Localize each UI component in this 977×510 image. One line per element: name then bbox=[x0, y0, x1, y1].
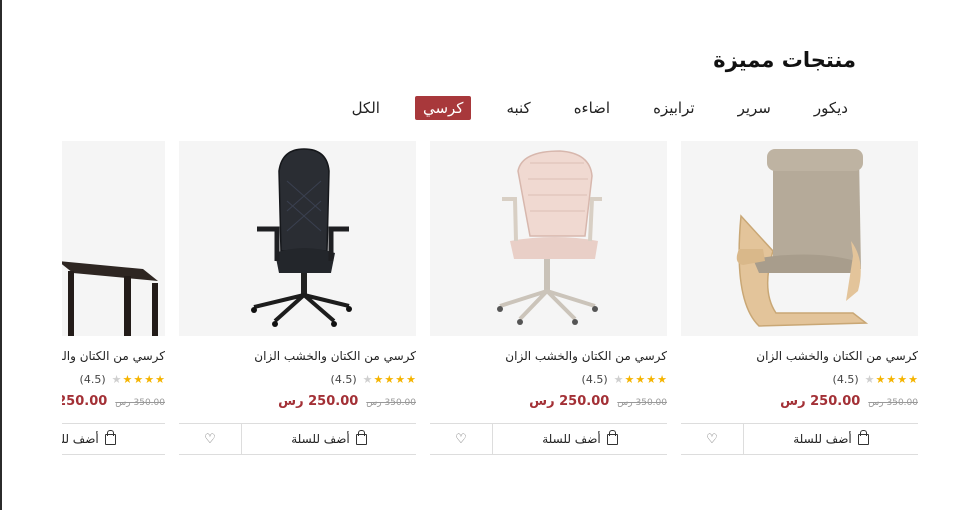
shopping-bag-icon bbox=[857, 429, 869, 445]
star-icon: ★ bbox=[122, 373, 133, 386]
star-rating: ★ ★ ★ ★ ★ bbox=[614, 374, 667, 385]
product-price: 250.00 رس bbox=[780, 394, 861, 409]
product-card[interactable]: كرسي من الكتان والخشب الزان ★ ★ ★ ★ ★ (4… bbox=[430, 141, 667, 459]
star-icon: ★ bbox=[624, 373, 635, 386]
add-to-cart-button[interactable]: أضف للسلة bbox=[744, 424, 918, 454]
rating-value: (4.5) bbox=[832, 373, 859, 386]
heart-icon: ♡ bbox=[204, 431, 216, 447]
tab-all[interactable]: الكل bbox=[344, 96, 388, 120]
product-actions: ♡ أضف للسلة bbox=[430, 423, 667, 455]
star-icon: ★ bbox=[635, 373, 646, 386]
product-rating: ★ ★ ★ ★ ★ (4.5) bbox=[582, 373, 667, 386]
star-icon: ★ bbox=[395, 373, 406, 386]
add-to-cart-label: أضف للسلة bbox=[793, 432, 852, 446]
product-actions: ♡ أضف للسلة bbox=[179, 423, 416, 455]
shopping-bag-icon bbox=[355, 429, 367, 445]
product-rating: ★ ★ ★ ★ ★ (4.5) bbox=[331, 373, 416, 386]
star-empty-icon: ★ bbox=[613, 373, 624, 386]
product-price: 250.00 رس bbox=[62, 394, 108, 409]
star-rating: ★ ★ ★ ★ ★ bbox=[865, 374, 918, 385]
tab-lighting[interactable]: اضاءه bbox=[566, 96, 618, 120]
tab-chair[interactable]: كرسي bbox=[414, 96, 472, 120]
wishlist-button[interactable]: ♡ bbox=[430, 424, 493, 454]
page-left-border bbox=[0, 0, 2, 510]
product-card[interactable]: كرسي من الكتان والخشب الزان ★ ★ ★ ★ ★ (4… bbox=[681, 141, 918, 459]
tab-decor[interactable]: ديكور bbox=[806, 96, 856, 120]
product-rating: ★ ★ ★ ★ ★ (4.5) bbox=[80, 373, 165, 386]
price-row: 250.00 رس 350.00 رس bbox=[529, 394, 667, 409]
star-icon: ★ bbox=[908, 373, 918, 386]
star-icon: ★ bbox=[875, 373, 886, 386]
add-to-cart-label: أضف للسلة bbox=[291, 432, 350, 446]
star-rating: ★ ★ ★ ★ ★ bbox=[112, 374, 165, 385]
star-icon: ★ bbox=[373, 373, 384, 386]
add-to-cart-label: أضف للسلة bbox=[62, 432, 99, 446]
star-icon: ★ bbox=[144, 373, 155, 386]
product-image[interactable] bbox=[681, 141, 918, 336]
rating-value: (4.5) bbox=[581, 373, 608, 386]
product-name[interactable]: كرسي من الكتان والخشب الزان bbox=[756, 349, 918, 363]
product-old-price: 350.00 رس bbox=[115, 398, 165, 408]
star-empty-icon: ★ bbox=[111, 373, 122, 386]
add-to-cart-button[interactable]: أضف للسلة bbox=[62, 424, 165, 454]
product-name[interactable]: كرسي من الكتان والخشب الزان bbox=[62, 349, 165, 363]
price-row: 250.00 رس 350.00 رس bbox=[62, 394, 165, 409]
star-icon: ★ bbox=[657, 373, 667, 386]
product-old-price: 350.00 رس bbox=[617, 398, 667, 408]
star-empty-icon: ★ bbox=[864, 373, 875, 386]
rating-value: (4.5) bbox=[79, 373, 106, 386]
product-old-price: 350.00 رس bbox=[868, 398, 918, 408]
price-row: 250.00 رس 350.00 رس bbox=[780, 394, 918, 409]
price-row: 250.00 رس 350.00 رس bbox=[278, 394, 416, 409]
product-old-price: 350.00 رس bbox=[366, 398, 416, 408]
add-to-cart-button[interactable]: أضف للسلة bbox=[242, 424, 416, 454]
product-price: 250.00 رس bbox=[278, 394, 359, 409]
star-empty-icon: ★ bbox=[362, 373, 373, 386]
shopping-bag-icon bbox=[606, 429, 618, 445]
star-icon: ★ bbox=[897, 373, 908, 386]
star-icon: ★ bbox=[384, 373, 395, 386]
star-icon: ★ bbox=[646, 373, 657, 386]
product-actions: ♡ أضف للسلة bbox=[681, 423, 918, 455]
star-icon: ★ bbox=[133, 373, 144, 386]
tab-sofa[interactable]: كنبه bbox=[498, 96, 538, 120]
tab-bed[interactable]: سرير bbox=[730, 96, 779, 120]
product-image[interactable] bbox=[430, 141, 667, 336]
star-icon: ★ bbox=[155, 373, 165, 386]
product-image[interactable] bbox=[62, 141, 165, 336]
star-rating: ★ ★ ★ ★ ★ bbox=[363, 374, 416, 385]
product-image[interactable] bbox=[179, 141, 416, 336]
product-rating: ★ ★ ★ ★ ★ (4.5) bbox=[833, 373, 918, 386]
shopping-bag-icon bbox=[104, 429, 116, 445]
star-icon: ★ bbox=[886, 373, 897, 386]
category-tabs: الكل كرسي كنبه اضاءه ترابيزه سرير ديكور bbox=[344, 96, 856, 120]
carousel-clip: كرسي من الكتان والخشب الزان ★ ★ ★ ★ ★ (4… bbox=[62, 141, 165, 459]
heart-icon: ♡ bbox=[455, 431, 467, 447]
add-to-cart-button[interactable]: أضف للسلة bbox=[493, 424, 667, 454]
product-name[interactable]: كرسي من الكتان والخشب الزان bbox=[254, 349, 416, 363]
product-actions: ♡ أضف للسلة bbox=[62, 423, 165, 455]
product-name[interactable]: كرسي من الكتان والخشب الزان bbox=[505, 349, 667, 363]
wishlist-button[interactable]: ♡ bbox=[179, 424, 242, 454]
tab-table[interactable]: ترابيزه bbox=[645, 96, 702, 120]
section-title: منتجات مميزة bbox=[713, 48, 856, 72]
add-to-cart-label: أضف للسلة bbox=[542, 432, 601, 446]
star-icon: ★ bbox=[406, 373, 416, 386]
product-price: 250.00 رس bbox=[529, 394, 610, 409]
rating-value: (4.5) bbox=[330, 373, 357, 386]
wishlist-button[interactable]: ♡ bbox=[681, 424, 744, 454]
product-card[interactable]: كرسي من الكتان والخشب الزان ★ ★ ★ ★ ★ (4… bbox=[179, 141, 416, 459]
heart-icon: ♡ bbox=[706, 431, 718, 447]
product-card[interactable]: كرسي من الكتان والخشب الزان ★ ★ ★ ★ ★ (4… bbox=[62, 141, 165, 459]
